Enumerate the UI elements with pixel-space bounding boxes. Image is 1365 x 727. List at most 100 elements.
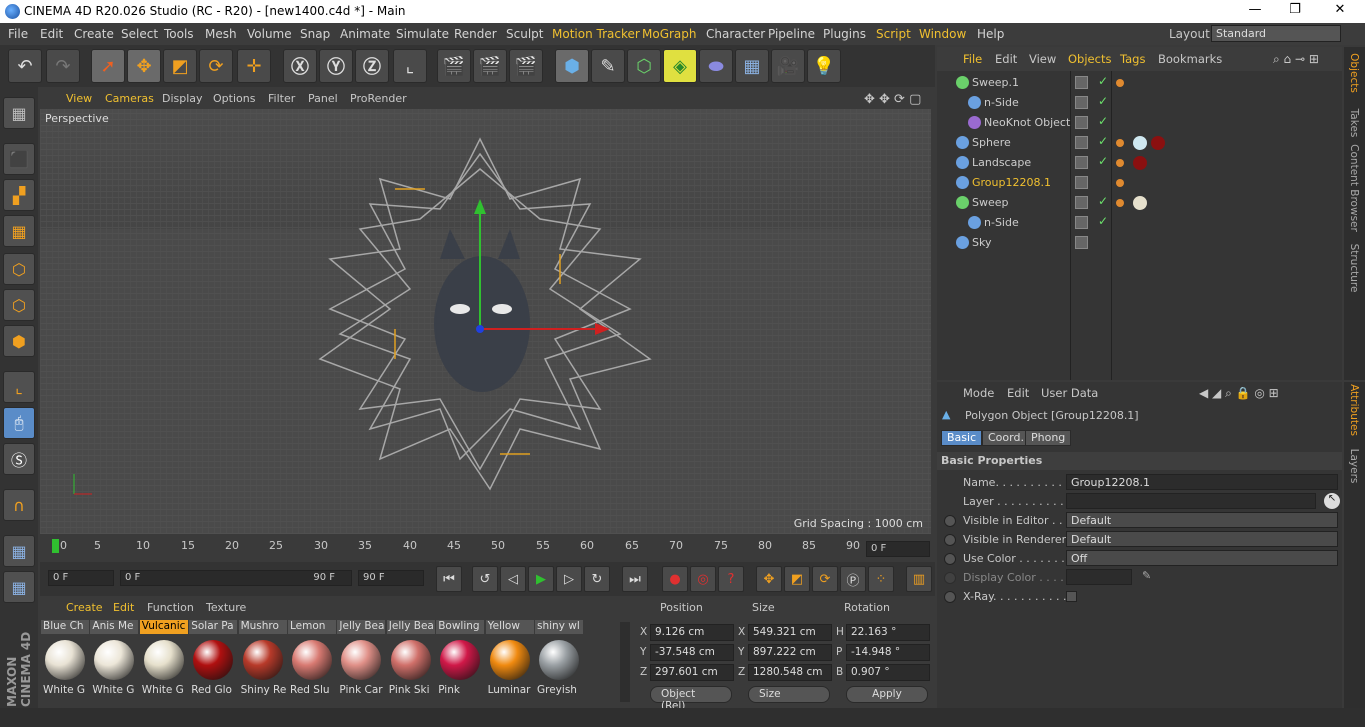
start-frame-field[interactable]: 0 F	[48, 570, 114, 586]
layer-icon[interactable]	[1075, 176, 1088, 189]
am-menu-mode[interactable]: Mode	[963, 386, 994, 400]
material-item[interactable]: Mushro Shiny Re	[238, 620, 287, 700]
pen-spline-icon[interactable]: ✎	[591, 49, 625, 83]
coord-rot-b-field[interactable]: 0.907 °	[846, 664, 930, 681]
object-row[interactable]: Sky	[940, 233, 1340, 253]
material-tag-icon[interactable]	[1151, 136, 1165, 150]
om-menu-view[interactable]: View	[1029, 52, 1056, 66]
key-rotation-icon[interactable]: ⟳	[812, 566, 838, 592]
mat-menu-function[interactable]: Function	[147, 601, 194, 614]
recent-tool-icon[interactable]: ✛	[237, 49, 271, 83]
goto-prev-key-icon[interactable]: ↺	[472, 566, 498, 592]
menu-mesh[interactable]: Mesh	[205, 27, 237, 41]
menu-file[interactable]: File	[8, 27, 28, 41]
key-scale-icon[interactable]: ◩	[784, 566, 810, 592]
om-menu-file[interactable]: File	[963, 52, 982, 66]
texture-tag-icon[interactable]	[1116, 139, 1124, 147]
scale-tool-icon[interactable]: ◩	[163, 49, 197, 83]
coord-pos-y-field[interactable]: -37.548 cm	[650, 644, 734, 661]
visible-editor-anim-icon[interactable]	[944, 515, 956, 527]
z-axis-lock-icon[interactable]: Ⓩ	[355, 49, 389, 83]
x-axis-lock-icon[interactable]: Ⓧ	[283, 49, 317, 83]
snap-magnet-icon[interactable]: ∩	[3, 489, 35, 521]
menu-snap[interactable]: Snap	[300, 27, 330, 41]
menu-simulate[interactable]: Simulate	[396, 27, 449, 41]
menu-render[interactable]: Render	[454, 27, 497, 41]
object-row[interactable]: NeoKnot Object ✓	[940, 113, 1340, 133]
texture-tag-icon[interactable]	[1116, 199, 1124, 207]
object-row[interactable]: Sphere ✓	[940, 133, 1340, 153]
material-item[interactable]: Anis Me White G	[90, 620, 139, 700]
menu-help[interactable]: Help	[977, 27, 1004, 41]
material-preview[interactable]	[94, 640, 135, 680]
use-color-anim-icon[interactable]	[944, 553, 956, 565]
floor-icon[interactable]: ▦	[735, 49, 769, 83]
move-tool-icon[interactable]: ✥	[127, 49, 161, 83]
visible-renderer-anim-icon[interactable]	[944, 534, 956, 546]
vp-menu-filter[interactable]: Filter	[268, 92, 295, 105]
om-menu-bookmarks[interactable]: Bookmarks	[1158, 52, 1222, 66]
layer-icon[interactable]	[1075, 196, 1088, 209]
coord-pos-x-field[interactable]: 9.126 cm	[650, 624, 734, 641]
deformer-icon[interactable]: ⬬	[699, 49, 733, 83]
attr-use-color-select[interactable]: Off	[1066, 550, 1338, 566]
coord-apply-button[interactable]: Apply	[846, 686, 928, 703]
material-item[interactable]: Yellow Luminar	[485, 620, 534, 700]
coord-size-z-field[interactable]: 1280.548 cm	[748, 664, 832, 681]
object-name[interactable]: n-Side	[984, 96, 1019, 109]
coord-size-y-field[interactable]: 897.222 cm	[748, 644, 832, 661]
material-tab-label[interactable]: Lemon	[288, 620, 336, 634]
object-name[interactable]: n-Side	[984, 216, 1019, 229]
tab-content-browser[interactable]: Content Browser	[1348, 133, 1360, 243]
am-menu-user-data[interactable]: User Data	[1041, 386, 1098, 400]
layer-icon[interactable]	[1075, 136, 1088, 149]
key-parameter-icon[interactable]: Ⓟ	[840, 566, 866, 592]
layer-icon[interactable]	[1075, 76, 1088, 89]
object-row[interactable]: Sweep.1 ✓	[940, 73, 1340, 93]
material-tab-label[interactable]: Solar Pa	[189, 620, 238, 634]
enabled-check-icon[interactable]: ✓	[1098, 134, 1108, 148]
object-name[interactable]: Sky	[972, 236, 991, 249]
material-preview[interactable]	[143, 640, 184, 680]
workplane-mode-icon[interactable]: ▦	[3, 215, 35, 247]
coord-pos-z-field[interactable]: 297.601 cm	[650, 664, 734, 681]
render-picture-viewer-icon[interactable]: 🎬	[473, 49, 507, 83]
y-axis-lock-icon[interactable]: Ⓨ	[319, 49, 353, 83]
coord-rot-h-field[interactable]: 22.163 °	[846, 624, 930, 641]
step-back-icon[interactable]: ◁	[500, 566, 526, 592]
attr-tab-phong[interactable]: Phong	[1025, 430, 1072, 446]
object-row[interactable]: Group12208.1	[940, 173, 1340, 193]
workplane-lock-icon[interactable]: ▦	[3, 535, 35, 567]
enabled-check-icon[interactable]: ✓	[1098, 94, 1108, 108]
points-mode-icon[interactable]: ⬡	[3, 253, 35, 285]
make-editable-icon[interactable]: ▦	[3, 97, 35, 129]
timeline-window-icon[interactable]: ▥	[906, 566, 932, 592]
cube-primitive-icon[interactable]: ⬢	[555, 49, 589, 83]
material-item[interactable]: shiny wl Greyish	[535, 620, 583, 700]
material-item[interactable]: Bowling Pink	[436, 620, 485, 700]
tab-attributes[interactable]: Attributes	[1348, 380, 1360, 440]
polygons-mode-icon[interactable]: ⬢	[3, 325, 35, 357]
camera-icon[interactable]: 🎥	[771, 49, 805, 83]
material-item[interactable]: Lemon Red Slu	[288, 620, 336, 700]
material-tab-label[interactable]: Anis Me	[90, 620, 139, 634]
render-view-icon[interactable]: 🎬	[437, 49, 471, 83]
material-scrollbar[interactable]	[620, 622, 630, 702]
material-preview[interactable]	[539, 640, 579, 680]
layout-select[interactable]: Standard	[1211, 25, 1341, 42]
redo-button[interactable]: ↷	[46, 49, 80, 83]
layer-icon[interactable]	[1075, 156, 1088, 169]
viewport-nav-icons[interactable]: ✥ ✥ ⟳ ▢	[864, 92, 921, 107]
mat-menu-create[interactable]: Create	[66, 601, 103, 614]
goto-start-icon[interactable]: ⏮	[436, 566, 462, 592]
material-tag-icon[interactable]	[1133, 136, 1147, 150]
enabled-check-icon[interactable]: ✓	[1098, 194, 1108, 208]
texture-tag-icon[interactable]	[1116, 179, 1124, 187]
material-tab-label[interactable]: shiny wl	[535, 620, 583, 634]
material-tab-label[interactable]: Jelly Bea	[337, 620, 386, 634]
vp-menu-display[interactable]: Display	[162, 92, 203, 105]
attr-tab-coord[interactable]: Coord.	[982, 430, 1030, 446]
material-preview[interactable]	[45, 640, 85, 680]
undo-button[interactable]: ↶	[8, 49, 42, 83]
live-selection-icon[interactable]: ➚	[91, 49, 125, 83]
